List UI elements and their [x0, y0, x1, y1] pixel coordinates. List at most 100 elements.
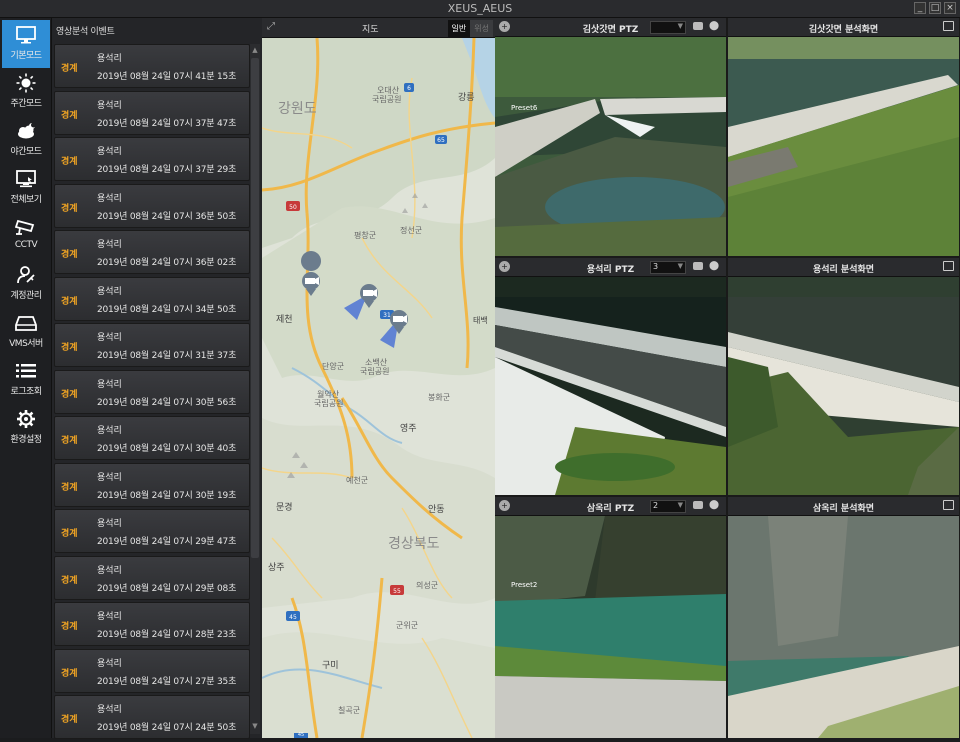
event-list-item[interactable]: 경계 용석리 2019년 08월 24일 07시 30분 56초 [54, 369, 250, 414]
preset-select[interactable]: ▼ [650, 21, 686, 34]
event-list-item[interactable]: 경계 용석리 2019년 08월 24일 07시 28분 23초 [54, 602, 250, 646]
camera-tile[interactable]: 김삿갓면 분석화면 [728, 18, 959, 256]
map-label: 단양군 [322, 361, 344, 371]
map-label: 의성군 [416, 580, 438, 590]
scroll-down-icon[interactable]: ▼ [251, 722, 259, 732]
map-label: 영주 [400, 423, 417, 434]
image-icon[interactable] [943, 21, 954, 31]
road-number: 31 [383, 312, 391, 319]
location-pin-icon[interactable]: ⬤ [709, 261, 719, 271]
alert-badge: 경계 [61, 482, 78, 493]
alert-badge: 경계 [61, 296, 78, 307]
camera-tile[interactable]: + 김삿갓면 PTZ ▼ ⬤ Preset6 [495, 18, 726, 256]
map-label: 태백 [473, 315, 488, 325]
event-list-item[interactable]: 경계 용석리 2019년 08월 24일 07시 34분 50초 [54, 276, 250, 321]
window-titlebar: XEUS_AEUS _ □ × [0, 0, 960, 18]
nav-cctv[interactable]: CCTV [2, 212, 50, 260]
preset-value: 2 [653, 501, 659, 510]
event-list-scrollbar[interactable]: ▲ ▼ [250, 44, 260, 734]
event-list-item[interactable]: 경계 용석리 2019년 08월 24일 07시 36분 50초 [54, 183, 250, 228]
event-list-item[interactable]: 경계 용석리 2019년 08월 24일 07시 30분 19초 [54, 462, 250, 507]
video-feed [495, 516, 726, 738]
nav-night-mode[interactable]: 야간모드 [2, 116, 50, 164]
camera-title: 삼옥리 PTZ [586, 504, 635, 514]
map-tab-satellite[interactable]: 위성 [470, 20, 493, 37]
nav-label: CCTV [14, 240, 38, 250]
alert-badge: 경계 [61, 715, 78, 725]
app-title: XEUS_AEUS [447, 2, 513, 15]
event-list-item[interactable]: 경계 용석리 2019년 08월 24일 07시 37분 29초 [54, 137, 250, 181]
event-place: 용석리 [97, 426, 122, 436]
map-label: 칠곡군 [338, 706, 360, 715]
event-time: 2019년 08월 24일 07시 30분 19초 [97, 490, 237, 501]
event-panel-title: 영상분석 이벤트 [56, 27, 115, 37]
event-list-item[interactable]: 경계 용석리 2019년 08월 24일 07시 36분 02초 [54, 230, 250, 274]
chat-icon[interactable] [693, 501, 703, 509]
camera-tile[interactable]: 삼옥리 분석화면 [728, 497, 959, 738]
event-list-item[interactable]: 경계 용석리 2019년 08월 24일 07시 29분 08초 [54, 555, 250, 600]
event-place: 용석리 [97, 54, 122, 64]
nav-account[interactable]: 계정관리 [2, 260, 50, 308]
location-pin-icon[interactable]: ⬤ [709, 500, 719, 510]
expand-icon[interactable]: ⤢ [267, 21, 275, 32]
nav-view-all[interactable]: 전체보기 [2, 164, 50, 212]
nav-day-mode[interactable]: 주간모드 [2, 68, 50, 116]
camera-toolbar: 김삿갓면 분석화면 [728, 18, 959, 37]
nav-label: 야간모드 [10, 147, 42, 157]
alert-badge: 경계 [61, 389, 78, 400]
event-place: 용석리 [97, 612, 122, 622]
server-drive-icon [15, 313, 37, 333]
map-label: 군위군 [396, 621, 418, 630]
event-list-item[interactable]: 경계 용석리 2019년 08월 24일 07시 27분 35초 [54, 648, 250, 693]
event-place: 용석리 [97, 519, 122, 529]
nav-basic-mode[interactable]: 기본모드 [2, 20, 50, 68]
preset-select[interactable]: 3 ▼ [650, 261, 686, 274]
event-list-item[interactable]: 경계 용석리 2019년 08월 24일 07시 31분 37초 [54, 323, 250, 367]
video-feed [728, 516, 959, 738]
map-label: 제천 [276, 314, 293, 325]
close-button[interactable]: × [944, 2, 956, 14]
user-key-icon [15, 265, 37, 285]
left-nav: 기본모드 주간모드 야간모드 전체보기 CCTV 계정관리 VMS서버 로그조회… [0, 18, 52, 738]
map-label: 평창군 [354, 230, 376, 240]
image-icon[interactable] [943, 500, 954, 510]
event-list-item[interactable]: 경계 용석리 2019년 08월 24일 07시 41분 15초 [54, 44, 250, 88]
nav-vms-server[interactable]: VMS서버 [2, 308, 50, 356]
nav-label: 계정관리 [10, 291, 42, 301]
preset-select[interactable]: 2 ▼ [650, 500, 686, 513]
event-list-item[interactable]: 경계 용석리 2019년 08월 24일 07시 30분 40초 [54, 416, 250, 460]
camera-toolbar: + 김삿갓면 PTZ ▼ ⬤ [495, 18, 726, 37]
event-list-item[interactable]: 경계 용석리 2019년 08월 24일 07시 24분 50초 [54, 695, 250, 739]
location-pin-icon[interactable]: ⬤ [709, 21, 719, 31]
camera-title: 삼옥리 분석화면 [812, 504, 875, 514]
camera-tile[interactable]: 용석리 분석화면 [728, 258, 959, 495]
event-place: 용석리 [97, 333, 122, 343]
event-place: 용석리 [97, 193, 122, 204]
camera-tile[interactable]: + 용석리 PTZ 3 ▼ ⬤ [495, 258, 726, 495]
nav-settings[interactable]: 환경설정 [2, 404, 50, 452]
alert-badge: 경계 [61, 668, 78, 679]
scroll-up-icon[interactable]: ▲ [251, 46, 259, 56]
event-list-item[interactable]: 경계 용석리 2019년 08월 24일 07시 29분 47초 [54, 509, 250, 553]
event-list-item[interactable]: 경계 용석리 2019년 08월 24일 07시 37분 47초 [54, 90, 250, 135]
nav-label: 전체보기 [10, 195, 42, 205]
alert-badge: 경계 [61, 529, 78, 539]
cctv-camera-icon [15, 217, 37, 237]
nav-log-query[interactable]: 로그조회 [2, 356, 50, 404]
image-icon[interactable] [943, 261, 954, 271]
gear-icon [15, 409, 37, 429]
scrollbar-thumb[interactable] [251, 58, 259, 558]
road-number: 65 [437, 137, 445, 144]
camera-title: 김삿갓면 PTZ [582, 25, 639, 35]
camera-toolbar: + 용석리 PTZ 3 ▼ ⬤ [495, 258, 726, 277]
event-time: 2019년 08월 24일 07시 24분 50초 [97, 723, 237, 733]
maximize-button[interactable]: □ [929, 2, 941, 14]
map-label: 안동 [428, 504, 445, 515]
chat-icon[interactable] [693, 22, 703, 30]
video-feed [495, 277, 726, 495]
map-tab-normal[interactable]: 일반 [447, 20, 471, 37]
chat-icon[interactable] [693, 262, 703, 270]
map-view[interactable]: 6 65 50 31 55 45 45 강원도 오대산 국립공원 강릉 평창군 … [262, 38, 495, 738]
camera-tile[interactable]: + 삼옥리 PTZ 2 ▼ ⬤ Preset2 [495, 497, 726, 738]
minimize-button[interactable]: _ [914, 2, 926, 14]
